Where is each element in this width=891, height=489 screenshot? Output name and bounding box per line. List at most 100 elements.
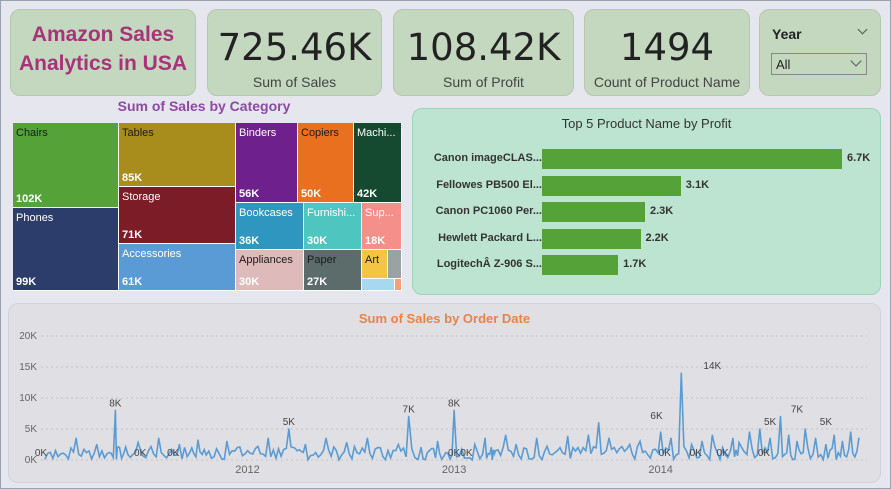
line-chart: 0K5K10K15K20K2012 2013 20140K8K0K 0K5K7K8K0… — [19, 331, 867, 476]
line-point — [118, 446, 121, 449]
data-label: 6K — [650, 411, 663, 422]
treemap-tile[interactable]: Storage 71K — [119, 187, 236, 244]
bar-category-label: LogitechÂ Z-906 S... — [436, 258, 542, 270]
bar-value-label: 2.2K — [645, 231, 669, 244]
line-point — [690, 443, 693, 446]
year-dropdown-value: All — [776, 57, 791, 72]
line-point — [748, 431, 751, 433]
bar-category-label: Canon imageCLAS... — [433, 152, 542, 164]
bar[interactable] — [542, 175, 681, 196]
data-label: 8K — [448, 398, 461, 409]
y-tick-label: 15K — [19, 362, 37, 373]
line-point — [147, 449, 150, 452]
line-point — [296, 449, 298, 452]
data-label: 0K — [167, 448, 180, 459]
line-point — [366, 437, 369, 440]
line-point — [356, 451, 358, 454]
kpi-label-count: Count of Product Name — [593, 74, 741, 90]
treemap-tile[interactable] — [362, 279, 395, 291]
treemap-tile[interactable]: Binders 56K — [236, 123, 298, 203]
treemap-tile-label: Tables — [122, 127, 154, 139]
bar[interactable] — [542, 149, 842, 169]
treemap-tile[interactable]: Art — [362, 250, 388, 279]
line-point — [814, 437, 817, 440]
page-title: Amazon Sales Analytics in USA — [18, 23, 188, 75]
bar-category-label: Hewlett Packard L... — [438, 231, 542, 244]
treemap-tile[interactable]: Copiers 50K — [298, 123, 354, 203]
line-point — [205, 454, 208, 456]
bar[interactable] — [542, 228, 641, 249]
treemap-tile-value: 61K — [122, 276, 143, 288]
treemap-tile-value: 50K — [301, 188, 322, 200]
line-point — [197, 439, 199, 441]
treemap-tile[interactable] — [388, 250, 402, 279]
line-point — [178, 443, 181, 446]
line-point — [236, 446, 239, 449]
bar-value-label: 2.3K — [649, 205, 674, 217]
treemap-tile[interactable]: Accessories 61K — [119, 244, 236, 291]
treemap-tile[interactable]: Phones 99K — [13, 208, 119, 291]
line-point — [137, 441, 139, 444]
treemap-tile[interactable]: Chairs 102K — [13, 123, 119, 208]
sales-line — [44, 373, 860, 463]
y-tick-label: 5K — [25, 424, 38, 435]
line-point — [376, 446, 379, 449]
line-point — [304, 443, 307, 446]
line-point — [106, 453, 108, 455]
treemap-tile-value: 18K — [365, 235, 386, 247]
treemap-tile-label: Art — [365, 254, 380, 266]
line-point — [732, 437, 734, 440]
treemap-tile[interactable]: Bookcases 36K — [236, 203, 304, 250]
data-label: 0K — [448, 448, 461, 459]
line-point — [787, 434, 790, 436]
bar[interactable] — [542, 202, 645, 222]
kpi-value-sales: 725.46K — [217, 26, 372, 69]
treemap-tile[interactable]: Appliances 30K — [236, 250, 304, 291]
line-point — [54, 449, 57, 452]
data-label: 0K — [134, 448, 147, 459]
title-card: Amazon Sales Analytics in USA — [10, 9, 196, 96]
kpi-card-count: 1494 Count of Product Name — [584, 9, 750, 96]
line-point — [114, 409, 117, 412]
line-point — [288, 428, 290, 430]
treemap-tile-value: 42K — [357, 188, 378, 200]
line-point — [618, 448, 621, 450]
data-label: 0K — [690, 448, 703, 459]
data-label: 0K — [460, 448, 473, 459]
line-point — [566, 435, 569, 438]
line-point — [428, 449, 431, 452]
treemap-tile-label: Paper — [307, 254, 337, 266]
treemap-tile-value: 27K — [307, 276, 328, 288]
line-point — [796, 440, 798, 443]
kpi-value-count: 1494 — [619, 26, 715, 69]
treemap-tile[interactable]: Sup... 18K — [362, 203, 402, 250]
data-label: 5K — [820, 417, 833, 428]
line-point — [267, 437, 270, 440]
x-tick-label: 2013 — [442, 464, 466, 476]
line-point — [659, 431, 662, 433]
line-point — [445, 451, 447, 454]
treemap-tile[interactable] — [395, 279, 402, 291]
chevron-down-icon[interactable] — [857, 24, 868, 35]
treemap-tile-value: 36K — [239, 235, 260, 247]
treemap-tile-label: Accessories — [122, 248, 182, 260]
line-point — [277, 448, 280, 450]
treemap-tile-value: 99K — [16, 276, 37, 288]
year-slicer: Year All — [759, 9, 881, 96]
slicer-label: Year — [772, 26, 802, 42]
kpi-card-sales: 725.46K Sum of Sales — [207, 9, 382, 96]
treemap-tile[interactable]: Furnishi... 30K — [304, 203, 362, 250]
bar-value-label: 6.7K — [847, 152, 871, 164]
treemap-tile[interactable]: Tables 85K — [119, 123, 236, 187]
bar[interactable] — [542, 255, 619, 275]
line-point — [246, 449, 249, 452]
treemap-title: Sum of Sales by Category — [117, 98, 291, 114]
kpi-card-profit: 108.42K Sum of Profit — [393, 9, 574, 96]
treemap-tile[interactable]: Paper 27K — [304, 250, 362, 291]
treemap-tile[interactable]: Machi... 42K — [354, 123, 402, 203]
data-label: 7K — [403, 405, 416, 416]
line-point — [504, 434, 507, 436]
treemap-tile-value: 56K — [239, 188, 260, 200]
year-dropdown[interactable]: All — [771, 53, 867, 75]
line-point — [188, 451, 191, 454]
